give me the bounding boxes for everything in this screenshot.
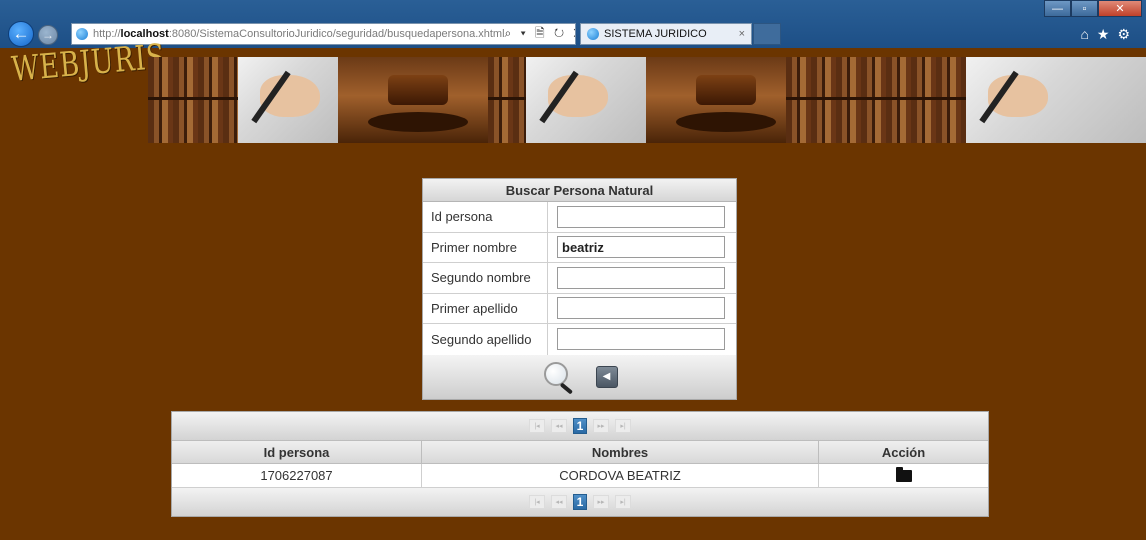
back-triangle: ◀ [602,371,611,382]
segundo-apellido-label: Segundo apellido [423,324,548,355]
banner-hand-image [238,57,338,143]
form-row-primer-apellido: Primer apellido [423,293,736,324]
primer-nombre-label: Primer nombre [423,232,548,262]
pager-next-button[interactable]: ▸▸ [593,419,609,433]
column-header-id[interactable]: Id persona [172,441,422,463]
pager-current-page[interactable]: 1 [573,418,587,434]
pager-top: |◂ ◂◂ 1 ▸▸ ▸| [172,412,988,440]
id-persona-input[interactable] [557,205,725,228]
banner-images [148,57,1146,143]
forward-button[interactable]: → [38,25,58,45]
folder-icon[interactable] [895,466,912,482]
banner-gavel-image [338,57,488,143]
close-window-button[interactable]: ✕ [1098,0,1142,17]
home-star-gear-icons[interactable]: ⌂★⚙ [1080,26,1138,43]
search-person-form: Buscar Persona Natural Id persona Primer… [422,178,737,400]
banner-gavel-image [646,57,786,143]
forward-arrow-icon: → [42,28,54,42]
maximize-button[interactable]: ▫ [1071,0,1098,17]
tab-ie-icon [587,28,599,40]
primer-nombre-input[interactable] [557,236,725,259]
cell-id: 1706227087 [172,464,422,487]
pager-first-button[interactable]: |◂ [529,495,545,509]
form-title: Buscar Persona Natural [423,179,736,202]
banner-hand-image [526,57,646,143]
ie-icon [76,28,88,40]
pager-first-button[interactable]: |◂ [529,419,545,433]
cell-accion [819,464,988,487]
magnifier-icon[interactable] [542,360,578,394]
results-table: |◂ ◂◂ 1 ▸▸ ▸| Id persona Nombres Acción … [171,411,989,517]
form-row-segundo-nombre: Segundo nombre [423,263,736,294]
back-button[interactable]: ← [8,21,34,47]
url-rest: :8080/SistemaConsultorioJuridico/segurid… [168,28,505,40]
tab-title: SISTEMA JURIDICO [604,28,707,40]
segundo-nombre-input[interactable] [557,266,725,289]
column-header-nombres[interactable]: Nombres [422,441,819,463]
cell-nombres: CORDOVA BEATRIZ [422,464,819,487]
table-header: Id persona Nombres Acción [172,440,988,464]
segundo-apellido-input[interactable] [557,328,725,351]
primer-apellido-input[interactable] [557,297,725,320]
banner-books-image [786,57,966,143]
tab-close-icon[interactable]: × [739,28,745,40]
url-prefix: http:// [93,28,121,40]
back-arrow-icon: ← [12,24,30,43]
column-header-accion[interactable]: Acción [819,441,988,463]
form-row-segundo-apellido: Segundo apellido [423,324,736,355]
banner-hand-image [966,57,1146,143]
pager-last-button[interactable]: ▸| [615,495,631,509]
primer-apellido-label: Primer apellido [423,293,548,323]
table-row[interactable]: 1706227087 CORDOVA BEATRIZ [172,464,988,488]
address-tools[interactable]: ⌕ ▾ 🗎 ↻ ✕ [505,24,575,44]
pager-current-page[interactable]: 1 [573,494,587,510]
pager-last-button[interactable]: ▸| [615,419,631,433]
pager-prev-button[interactable]: ◂◂ [551,495,567,509]
pager-next-button[interactable]: ▸▸ [593,495,609,509]
back-icon[interactable]: ◀ [595,365,618,388]
form-row-id: Id persona [423,202,736,233]
banner-books-image [488,57,526,143]
pager-prev-button[interactable]: ◂◂ [551,419,567,433]
pager-bottom: |◂ ◂◂ 1 ▸▸ ▸| [172,488,988,516]
minimize-button[interactable]: — [1044,0,1071,17]
banner-books-image [148,57,238,143]
new-tab-button[interactable] [753,23,781,45]
segundo-nombre-label: Segundo nombre [423,263,548,293]
browser-chrome: ← → http://localhost:8080/SistemaConsult… [0,0,1146,48]
form-actions: ◀ [423,354,736,399]
form-row-primer-nombre: Primer nombre [423,232,736,263]
window-controls: — ▫ ✕ [1044,0,1142,17]
id-persona-label: Id persona [423,202,548,232]
browser-tab[interactable]: SISTEMA JURIDICO × [580,23,752,45]
